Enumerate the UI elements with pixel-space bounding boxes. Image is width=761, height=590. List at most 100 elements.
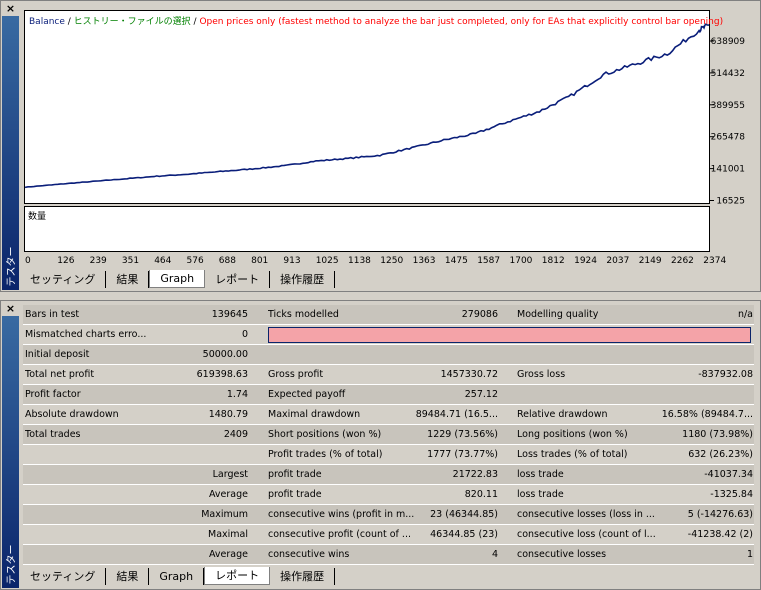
x-tick-label: 2262: [671, 256, 694, 266]
table-cell: 1: [746, 549, 753, 560]
table-cell: 1.74: [226, 389, 248, 400]
table-cell: 21722.83: [452, 469, 498, 480]
legend-balance: Balance: [29, 17, 65, 27]
table-cell: 279086: [461, 309, 498, 320]
x-tick-label: 688: [219, 256, 236, 266]
side-bar: × テスター: [2, 2, 19, 290]
table-cell: 4: [491, 549, 498, 560]
y-tick-label: 389955: [711, 101, 745, 111]
side-label: テスター: [6, 544, 18, 585]
x-tick-label: 239: [90, 256, 107, 266]
table-cell: 23 (46344.85): [430, 509, 498, 520]
volume-label: 数量: [28, 212, 47, 222]
x-tick-label: 1924: [574, 256, 597, 266]
table-cell: 139645: [211, 309, 248, 320]
table-cell: 1229 (73.56%): [427, 429, 498, 440]
tab-report[interactable]: レポート: [204, 567, 271, 585]
quality-bar: [268, 327, 751, 343]
close-icon[interactable]: ×: [2, 2, 19, 16]
x-tick-label: 351: [122, 256, 139, 266]
table-cell: 5 (-14276.63): [687, 509, 753, 520]
table-cell: -41037.34: [704, 469, 753, 480]
table-row: Total trades 2409 Short positions (won %) 1…: [23, 425, 754, 445]
report-tabs: セッティング 結果 Graph レポート 操作履歴: [20, 567, 760, 586]
table-cell: -1325.84: [710, 489, 753, 500]
table-cell: 257.12: [464, 389, 498, 400]
side-label: テスター: [6, 246, 18, 287]
table-cell: 0: [241, 329, 248, 340]
table-cell: -41238.42 (2): [687, 529, 753, 540]
table-row: Average profit trade 820.11 loss trade -1325…: [23, 485, 754, 505]
table-row: Initial deposit 50000.00: [23, 345, 754, 365]
table-row: Mismatched charts erro... 0: [23, 325, 754, 345]
table-cell: 1777 (73.77%): [427, 449, 498, 460]
x-tick-label: 1475: [445, 256, 468, 266]
table-cell: 619398.63: [196, 369, 248, 380]
tab-journal[interactable]: 操作履歴: [270, 568, 336, 585]
volume-chart[interactable]: 数量: [24, 206, 710, 252]
table-row: Absolute drawdown 1480.79 Maximal drawdown…: [23, 405, 754, 425]
table-cell: 16.58% (89484.7...: [661, 409, 753, 420]
tab-report[interactable]: レポート: [205, 271, 271, 288]
table-cell: Maximal: [208, 529, 248, 540]
tab-results[interactable]: 結果: [106, 271, 150, 288]
x-tick-label: 1587: [477, 256, 500, 266]
tab-settings[interactable]: セッティング: [20, 271, 107, 288]
table-cell: n/a: [737, 309, 753, 320]
balance-chart[interactable]: [24, 10, 710, 204]
legend-note: Open prices only (fastest method to anal…: [199, 17, 724, 27]
x-tick-label: 464: [154, 256, 171, 266]
report-table: Bars in test 139645 Ticks modelled 279086 Mo…: [23, 305, 754, 565]
x-tick-label: 2037: [606, 256, 629, 266]
table-cell: 1180 (73.98%): [682, 429, 753, 440]
table-row: Maximum consecutive wins (profit in m... 2…: [23, 505, 754, 525]
graph-tabs: セッティング 結果 Graph レポート 操作履歴: [20, 270, 760, 289]
table-cell: -837932.08: [698, 369, 753, 380]
side-bar: × テスター: [2, 302, 19, 588]
x-tick-label: 801: [251, 256, 268, 266]
table-row: Total net profit 619398.63 Gross profit 145…: [23, 365, 754, 385]
tab-journal[interactable]: 操作履歴: [270, 271, 336, 288]
table-cell: 50000.00: [202, 349, 248, 360]
y-tick-label: 638909: [711, 37, 746, 47]
y-tick-label: 141001: [711, 165, 745, 175]
table-row: Profit factor 1.74 Expected payoff 257.12: [23, 385, 754, 405]
table-row: Maximal consecutive profit (count of ... 4…: [23, 525, 754, 545]
table-cell: 1457330.72: [440, 369, 498, 380]
x-tick-label: 913: [283, 256, 300, 266]
x-tick-label: 1700: [510, 256, 533, 266]
tab-results[interactable]: 結果: [106, 568, 150, 585]
table-row: Bars in test 139645 Ticks modelled 279086 Mo…: [23, 305, 754, 325]
table-cell: Average: [208, 489, 248, 500]
x-tick-label: 0: [25, 256, 31, 266]
table-cell: Largest: [212, 469, 248, 480]
x-tick-label: 1812: [542, 256, 565, 266]
table-row: Profit trades (% of total) 1777 (73.77%) L…: [23, 445, 754, 465]
y-tick-label: 265478: [711, 133, 746, 143]
tab-graph[interactable]: Graph: [149, 568, 205, 585]
table-cell: Maximum: [201, 509, 248, 520]
x-tick-label: 1025: [316, 256, 339, 266]
y-tick-label: 16525: [716, 197, 745, 207]
tab-settings[interactable]: セッティング: [20, 568, 107, 585]
table-cell: 1480.79: [208, 409, 248, 420]
report-panel: × テスター Bars in test 139645 Ticks modelled 2…: [0, 300, 761, 590]
x-tick-label: 1250: [380, 256, 403, 266]
table-row: Largest profit trade 21722.83 loss trade -41…: [23, 465, 754, 485]
table-cell: 46344.85 (23): [430, 529, 498, 540]
x-tick-label: 1138: [348, 256, 371, 266]
table-cell: 2409: [223, 429, 248, 440]
table-cell: 89484.71 (16.5...: [415, 409, 498, 420]
legend-history: ヒストリー・ファイルの選択: [73, 17, 191, 27]
y-tick-label: 514432: [711, 69, 745, 79]
x-tick-label: 2374: [703, 256, 726, 266]
chart-legend: Balance / ヒストリー・ファイルの選択 / Open prices on…: [29, 17, 724, 27]
x-tick-label: 2149: [639, 256, 662, 266]
close-icon[interactable]: ×: [2, 302, 19, 316]
table-cell: 632 (26.23%): [688, 449, 753, 460]
table-row: Average consecutive wins 4 consecutive loss…: [23, 545, 754, 565]
x-tick-label: 576: [187, 256, 204, 266]
x-tick-label: 1363: [413, 256, 436, 266]
table-cell: Average: [208, 549, 248, 560]
tab-graph[interactable]: Graph: [149, 270, 206, 288]
